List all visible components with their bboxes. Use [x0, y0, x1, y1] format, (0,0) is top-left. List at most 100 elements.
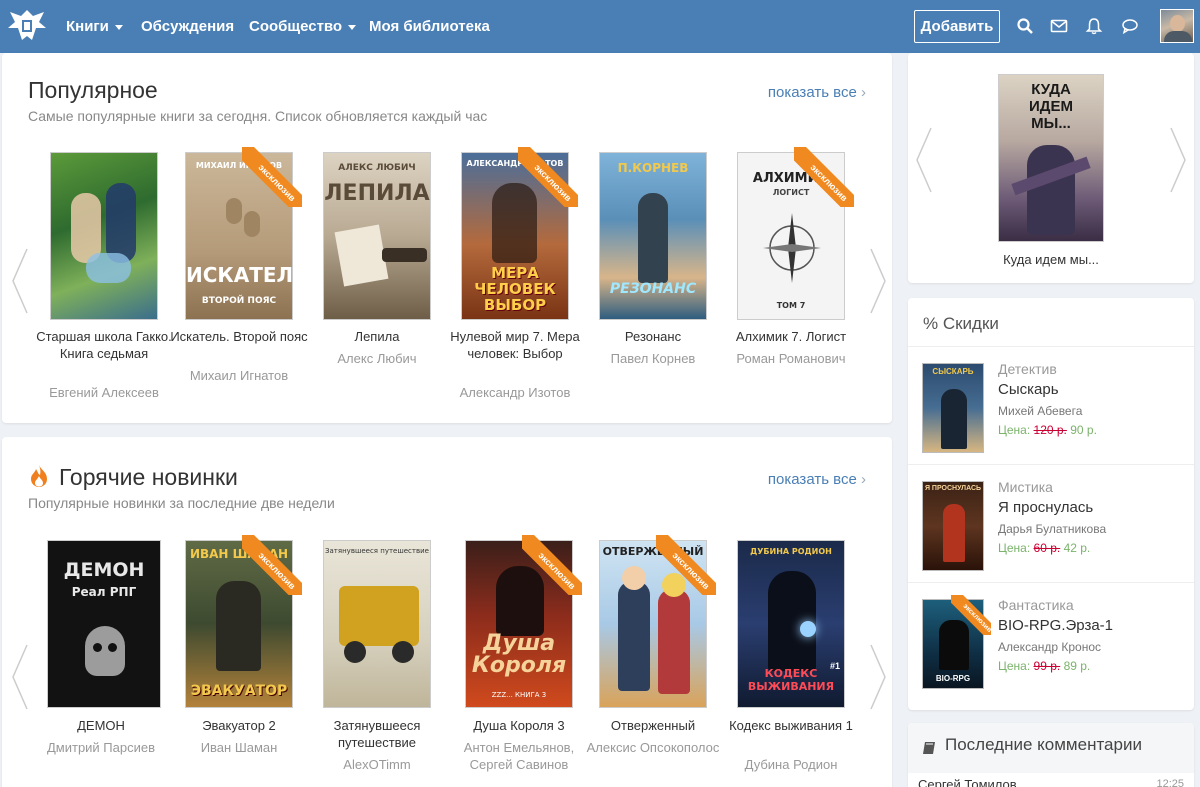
- discounts-panel: % Скидки СЫСКАРЬ Детектив Сыскарь Михей …: [908, 298, 1194, 710]
- discount-author[interactable]: Дарья Булатникова: [998, 522, 1106, 536]
- comment-author[interactable]: Сергей Томилов: [918, 777, 1017, 787]
- book-author[interactable]: Дмитрий Парсиев: [27, 739, 175, 756]
- discount-cover-text: СЫСКАРЬ: [932, 367, 974, 376]
- book-author[interactable]: Иван Шаман: [165, 739, 313, 756]
- chat-icon[interactable]: [1121, 17, 1139, 35]
- book-author[interactable]: Алексис Опсокополос: [579, 739, 727, 756]
- discount-author[interactable]: Михей Абевега: [998, 404, 1082, 418]
- discount-cover[interactable]: СЫСКАРЬ: [922, 363, 984, 453]
- cover-title-text: РЕЗОНАНС: [609, 281, 697, 297]
- featured-book-panel: КУДА ИДЕМ МЫ... Куда идем мы...: [908, 53, 1194, 283]
- comment-time: 12:25: [1156, 778, 1184, 787]
- discount-title[interactable]: Я проснулась: [998, 499, 1093, 516]
- discount-cover[interactable]: Я ПРОСНУЛАСЬ: [922, 481, 984, 571]
- book-title[interactable]: Отверженный: [579, 717, 727, 734]
- hot-new-subtitle: Популярные новинки за последние две неде…: [28, 495, 335, 511]
- cover-subtitle-text: Реал РПГ: [71, 585, 137, 599]
- recent-comments-panel: Последние комментарии Сергей Томилов 12:…: [908, 723, 1194, 787]
- book-author[interactable]: Дубина Родион: [717, 756, 865, 773]
- discount-title[interactable]: BIO-RPG.Эрза-1: [998, 617, 1113, 634]
- popular-show-all-link[interactable]: показать все ›: [768, 84, 866, 101]
- book-author[interactable]: AlexOTimm: [303, 756, 451, 773]
- nav-my-library[interactable]: Моя библиотека: [369, 0, 490, 53]
- discount-cover-text: BIO-RPG: [935, 674, 971, 683]
- book-cover[interactable]: [50, 152, 158, 320]
- book-author[interactable]: Антон Емельянов, Сергей Савинов: [445, 739, 593, 773]
- exclusive-ribbon: эксклюзив: [242, 147, 302, 207]
- book-cover[interactable]: ДУБИНА РОДИОН КОДЕКС ВЫЖИВАНИЯ #1: [737, 540, 845, 708]
- user-avatar[interactable]: [1160, 9, 1194, 43]
- book-title[interactable]: Старшая школа Гакко. Книга седьмая: [30, 328, 178, 362]
- exclusive-ribbon: эксклюзив: [242, 535, 302, 595]
- discount-genre[interactable]: Фантастика: [998, 597, 1074, 613]
- nav-discussions[interactable]: Обсуждения: [141, 0, 234, 53]
- exclusive-ribbon: эксклюзив: [794, 147, 854, 207]
- hot-new-prev-arrow[interactable]: [10, 642, 30, 712]
- book-cover[interactable]: ДЕМОН Реал РПГ: [47, 540, 161, 708]
- featured-next-arrow[interactable]: [1168, 125, 1188, 195]
- discount-item[interactable]: Я ПРОСНУЛАСЬ Мистика Я проснулась Дарья …: [908, 464, 1194, 582]
- discount-item[interactable]: СЫСКАРЬ Детектив Сыскарь Михей Абевега Ц…: [908, 346, 1194, 464]
- hot-new-show-all-link[interactable]: показать все ›: [768, 471, 866, 488]
- new-price: 42 р.: [1063, 541, 1091, 555]
- book-title[interactable]: Алхимик 7. Логист: [717, 328, 865, 345]
- nav-my-library-label: Моя библиотека: [369, 18, 490, 35]
- cover-subtitle-text: ZZZ... КНИГА 3: [491, 691, 547, 699]
- old-price: 120 р.: [1033, 423, 1067, 437]
- discount-title[interactable]: Сыскарь: [998, 381, 1059, 398]
- featured-book-cover[interactable]: КУДА ИДЕМ МЫ...: [998, 74, 1104, 242]
- book-title[interactable]: Затянувшееся путешествие: [303, 717, 451, 751]
- featured-prev-arrow[interactable]: [914, 125, 934, 195]
- discount-price: Цена: 120 р. 90 р.: [998, 423, 1097, 437]
- exclusive-label: эксклюзив: [794, 147, 854, 207]
- book-author[interactable]: Евгений Алексеев: [30, 384, 178, 401]
- discount-author[interactable]: Александр Кронос: [998, 640, 1101, 654]
- book-title[interactable]: Резонанс: [579, 328, 727, 345]
- nav-community-label: Сообщество: [249, 18, 343, 35]
- cover-subtitle-text: ВТОРОЙ ПОЯС: [201, 296, 277, 306]
- book-cover[interactable]: П.КОРНЕВ РЕЗОНАНС: [599, 152, 707, 320]
- book-title[interactable]: ДЕМОН: [27, 717, 175, 734]
- book-author[interactable]: Алекс Любич: [303, 350, 451, 367]
- discount-genre[interactable]: Мистика: [998, 479, 1053, 495]
- hot-new-next-arrow[interactable]: [868, 642, 888, 712]
- nav-books-label: Книги: [66, 18, 109, 35]
- book-author[interactable]: Павел Корнев: [579, 350, 727, 367]
- compass-icon: [763, 213, 821, 283]
- cover-author-text: ДУБИНА РОДИОН: [750, 547, 832, 556]
- exclusive-label: эксклюзив: [522, 535, 582, 595]
- book-author[interactable]: Михаил Игнатов: [165, 367, 313, 384]
- chevron-right-icon: ›: [861, 471, 866, 488]
- cover-title-text: Душа Короля: [471, 631, 567, 678]
- nav-books[interactable]: Книги: [66, 0, 123, 53]
- recent-comments-title: Последние комментарии: [945, 735, 1142, 754]
- nav-community[interactable]: Сообщество: [249, 0, 357, 53]
- book-title[interactable]: Эвакуатор 2: [165, 717, 313, 734]
- mail-icon[interactable]: [1050, 17, 1068, 35]
- book-title[interactable]: Искатель. Второй пояс: [165, 328, 313, 345]
- book-cover[interactable]: АЛЕКС ЛЮБИЧ ЛЕПИЛА: [323, 152, 431, 320]
- discount-genre[interactable]: Детектив: [998, 361, 1057, 377]
- exclusive-label: эксклюзив: [242, 147, 302, 207]
- price-label: Цена:: [998, 659, 1031, 673]
- book-title[interactable]: Лепила: [303, 328, 451, 345]
- popular-prev-arrow[interactable]: [10, 246, 30, 316]
- popular-next-arrow[interactable]: [868, 246, 888, 316]
- book-author[interactable]: Роман Романович: [717, 350, 865, 367]
- search-icon[interactable]: [1016, 17, 1034, 35]
- exclusive-ribbon: эксклюзив: [518, 147, 578, 207]
- book-icon: [923, 742, 935, 754]
- featured-book-title[interactable]: Куда идем мы...: [908, 252, 1194, 267]
- book-title[interactable]: Душа Короля 3: [445, 717, 593, 734]
- site-logo-icon[interactable]: [6, 6, 48, 46]
- book-title[interactable]: Нулевой мир 7. Мера человек: Выбор: [441, 328, 589, 362]
- book-cover[interactable]: Затянувшееся путешествие: [323, 540, 431, 708]
- discounts-title: % Скидки: [923, 314, 999, 333]
- bell-icon[interactable]: [1085, 17, 1103, 35]
- book-title[interactable]: Кодекс выживания 1: [717, 717, 865, 734]
- chevron-right-icon: ›: [861, 84, 866, 101]
- book-author[interactable]: Александр Изотов: [441, 384, 589, 401]
- show-all-label: показать все: [767, 84, 857, 101]
- discount-item[interactable]: BIO-RPG эксклюзив Фантастика BIO-RPG.Эрз…: [908, 582, 1194, 700]
- add-button[interactable]: Добавить: [914, 10, 1000, 43]
